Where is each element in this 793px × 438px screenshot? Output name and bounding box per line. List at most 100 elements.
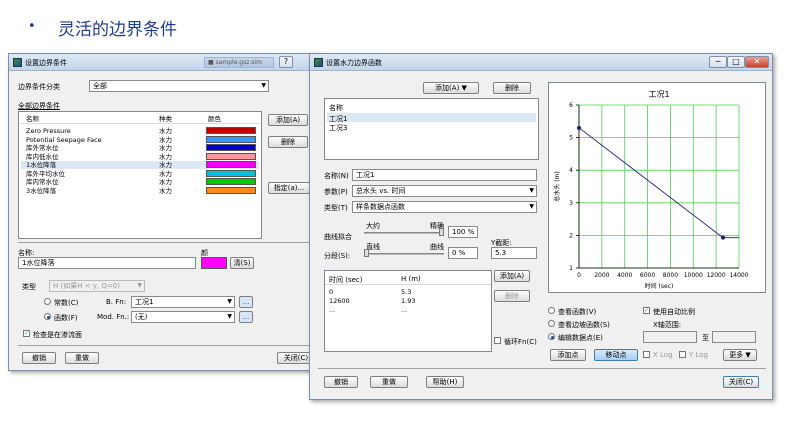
row-head: 5.3 [401, 288, 412, 296]
undo-button[interactable]: 撤销 [324, 376, 358, 388]
view-function-label: 查看函数(V) [558, 308, 597, 316]
x-tick-label: 8000 [663, 272, 678, 279]
segment-value[interactable]: 0 % [448, 247, 478, 259]
help-button[interactable]: 帮助(H) [426, 376, 464, 388]
color-swatch[interactable] [201, 257, 227, 269]
title-bar[interactable]: 设置水力边界函数 ─ □ ✕ [310, 54, 772, 71]
points-table: 时间 (sec) H (m) 0 5.3 12600 1.93...... [324, 270, 492, 352]
fit-value[interactable]: 100 % [448, 226, 478, 238]
table-row[interactable]: 库内常水位 水力 [21, 178, 259, 186]
y-tick-label: 3 [569, 200, 573, 207]
series-line [578, 127, 739, 239]
color-button[interactable]: 淸(S) [230, 257, 254, 269]
slide-bullet: • [28, 19, 36, 34]
modfn-dots-button[interactable]: ... [239, 311, 253, 323]
list-item[interactable]: 工况1 [327, 113, 536, 123]
minimize-icon[interactable]: ─ [709, 56, 727, 68]
table-row[interactable]: 库外平均水位 水力 [21, 169, 259, 178]
segment-slider[interactable] [364, 253, 444, 255]
xlog-checkbox[interactable] [643, 351, 650, 358]
bfn-select[interactable]: 工况1 ▼ [131, 296, 235, 308]
loop-checkbox[interactable] [494, 337, 501, 344]
close-button[interactable]: 关闭(C) [723, 376, 759, 388]
redo-button[interactable]: 重做 [65, 352, 99, 364]
divider [18, 345, 314, 346]
table-row[interactable]: Zero Pressure 水力 [21, 127, 259, 135]
title-bar[interactable]: 设置边界条件 ■ sample.gsz.sim ? [9, 54, 319, 71]
review-checkbox[interactable]: ✓ [23, 330, 30, 337]
table-row[interactable]: 1水位降落 水力 [21, 161, 259, 169]
table-row[interactable]: Potential Seepage Face 水力 [21, 135, 259, 144]
name-field[interactable]: 1水位降落 [18, 257, 196, 269]
bfn-dots-button[interactable]: ... [239, 296, 253, 308]
row-color-swatch [206, 152, 256, 160]
modfn-select[interactable]: (无) ▼ [131, 311, 235, 323]
add-point-button[interactable]: 添加(A) [494, 270, 530, 282]
row-color-swatch [206, 186, 256, 194]
chart-panel: 0 2000 4000 6000 8000 10000 12000 14000 1 2 3 4 5 6 工况… [548, 82, 766, 293]
assign-button[interactable]: 指定(a)... [268, 182, 310, 194]
col-head[interactable]: H (m) [401, 275, 421, 283]
data-point [721, 235, 725, 240]
table-row[interactable]: 12600 1.93 [327, 297, 489, 305]
fit-slider[interactable] [364, 232, 444, 234]
chevron-down-icon: ▼ [137, 282, 142, 289]
col-color[interactable]: 颜色 [208, 115, 221, 123]
x-range-min[interactable] [643, 331, 697, 343]
kind-select[interactable]: H (如果H < y, Q=0) ▼ [49, 280, 145, 292]
view-bc-function-label: 查看边坡函数(S) [558, 321, 610, 329]
category-label: 边界条件分类 [18, 83, 60, 91]
delete-point-button[interactable]: 删除 [494, 290, 530, 302]
yintercept-field[interactable]: 5.3 [491, 247, 537, 259]
add-function-button[interactable]: 添加(A) ▼ [423, 82, 479, 94]
x-range-max[interactable] [712, 331, 756, 343]
maximize-icon[interactable]: □ [727, 56, 745, 68]
x-axis-label: 时间 (sec) [645, 282, 674, 290]
add-point-chart-button[interactable]: 添加点 [550, 349, 586, 361]
more-button[interactable]: 更多 ▼ [723, 349, 757, 361]
redo-button[interactable]: 重做 [370, 376, 408, 388]
edit-points-radio[interactable] [548, 333, 555, 340]
list-item[interactable]: 工况3 [327, 122, 536, 132]
edit-points-label: 编辑数据点(E) [558, 334, 603, 342]
function-label: 函数(F) [54, 314, 78, 322]
row-name: 3水位降落 [26, 186, 57, 195]
delete-function-button[interactable]: 删除 [493, 82, 531, 94]
add-button[interactable]: 添加(A) [268, 114, 308, 126]
auto-scale-checkbox[interactable]: ✓ [643, 307, 650, 314]
row-name: 库内常水位 [26, 178, 59, 186]
y-tick-label: 1 [569, 265, 573, 272]
close-icon[interactable]: ✕ [745, 56, 769, 68]
function-radio[interactable] [44, 313, 51, 320]
row-name: 1水位降落 [26, 161, 57, 169]
ylog-checkbox[interactable] [679, 351, 686, 358]
table-row[interactable]: ...... [327, 306, 489, 314]
type-select[interactable]: 样条数据点函数 ▼ [352, 201, 537, 213]
view-function-radio[interactable] [548, 307, 555, 314]
segment-slider-thumb[interactable] [364, 249, 369, 257]
help-icon[interactable]: ? [279, 56, 293, 68]
table-row[interactable]: 3水位降落 水力 [21, 186, 259, 195]
chevron-down-icon: ▼ [261, 82, 266, 89]
fit-slider-thumb[interactable] [439, 228, 444, 236]
name-field[interactable]: 工况1 [352, 169, 537, 181]
row-time: ... [329, 306, 336, 314]
background-tab[interactable]: ■ sample.gsz.sim [204, 57, 274, 68]
segment-label: 分段(S): [324, 252, 351, 260]
category-select[interactable]: 全部 ▼ [89, 80, 269, 92]
param-select[interactable]: 总水头 vs. 时间 ▼ [352, 185, 537, 197]
category-value: 全部 [93, 82, 107, 90]
undo-button[interactable]: 撤销 [22, 352, 56, 364]
view-bc-function-radio[interactable] [548, 320, 555, 327]
slide-title: 灵活的边界条件 [58, 20, 177, 40]
table-row[interactable]: 库内低水位 水力 [21, 152, 259, 161]
x-tick-label: 12000 [707, 272, 726, 279]
constant-radio[interactable] [44, 298, 51, 305]
delete-button[interactable]: 删除 [268, 136, 308, 148]
col-name[interactable]: 名称 [26, 115, 39, 123]
move-point-button[interactable]: 移动点 [594, 349, 638, 361]
col-type[interactable]: 种类 [159, 115, 172, 123]
table-row[interactable]: 0 5.3 [327, 288, 489, 296]
table-row[interactable]: 库外常水位 水力 [21, 144, 259, 152]
function-chart: 0 2000 4000 6000 8000 10000 12000 14000 1 2 3 4 5 6 工况… [553, 90, 749, 290]
